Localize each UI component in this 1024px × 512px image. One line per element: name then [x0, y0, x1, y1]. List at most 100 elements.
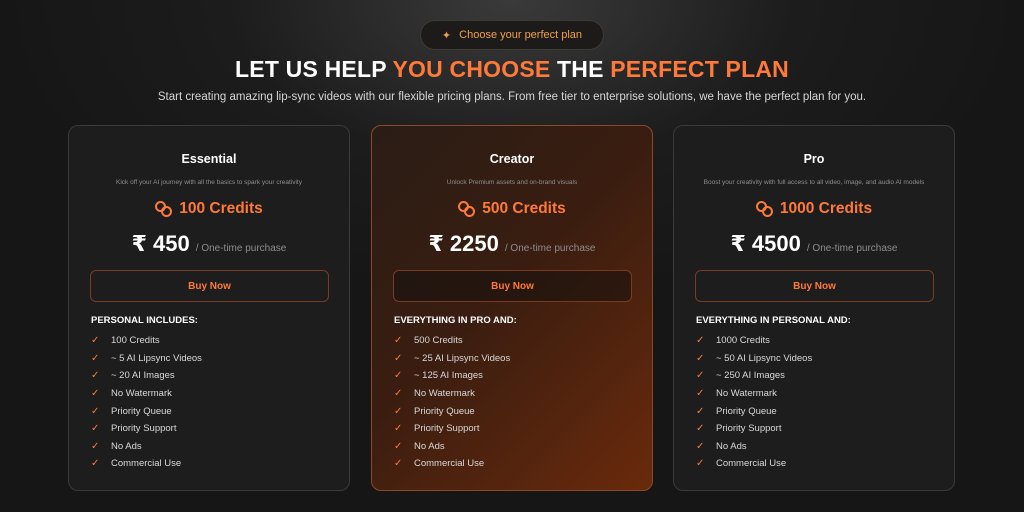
price-note: / One-time purchase	[195, 243, 287, 254]
headline-accent-1: YOU CHOOSE	[392, 56, 551, 82]
feature-label: 1000 Credits	[716, 335, 770, 347]
feature-label: No Ads	[716, 440, 747, 452]
check-icon: ✓	[91, 440, 100, 452]
check-icon: ✓	[394, 388, 403, 400]
coins-icon	[458, 201, 476, 217]
check-icon: ✓	[394, 458, 403, 470]
check-icon: ✓	[91, 458, 100, 470]
plan-name: Creator	[489, 152, 535, 166]
price-amount: ₹ 450	[131, 231, 190, 256]
feature-label: Priority Queue	[111, 405, 172, 417]
feature-item: ✓ Commercial Use	[696, 455, 812, 473]
feature-label: ~ 5 AI Lipsync Videos	[111, 352, 202, 364]
feature-item: ✓ No Ads	[394, 438, 510, 456]
feature-label: ~ 25 AI Lipsync Videos	[414, 352, 511, 364]
feature-item: ✓ Priority Support	[696, 420, 812, 438]
price-amount: ₹ 4500	[730, 231, 801, 256]
buy-now-button-creator[interactable]: Buy Now	[393, 270, 632, 302]
feature-item: ✓ Priority Queue	[696, 402, 812, 420]
feature-item: ✓ No Ads	[696, 438, 812, 456]
plan-name: Pro	[803, 152, 825, 166]
plan-credits: 1000 Credits	[674, 200, 954, 218]
check-icon: ✓	[91, 352, 100, 364]
coins-icon	[155, 201, 173, 217]
page-subheadline: Start creating amazing lip-sync videos w…	[157, 91, 867, 103]
feature-label: Priority Support	[111, 423, 177, 435]
plan-price: ₹ 450 / One-time purchase	[69, 231, 349, 257]
check-icon: ✓	[394, 423, 403, 435]
feature-list: ✓ 500 Credits ✓ ~ 25 AI Lipsync Videos ✓ ~ …	[394, 332, 510, 473]
plan-card-pro: Pro Boost your creativity with full acce…	[673, 125, 955, 491]
feature-list: ✓ 1000 Credits ✓ ~ 50 AI Lipsync Videos ✓ ~…	[696, 332, 812, 473]
feature-item: ✓ ~ 5 AI Lipsync Videos	[91, 350, 202, 368]
plan-name: Essential	[181, 152, 237, 166]
check-icon: ✓	[394, 370, 403, 382]
page-headline: LET US HELP YOU CHOOSE THE PERFECT PLAN	[0, 56, 1024, 83]
check-icon: ✓	[394, 335, 403, 347]
feature-item: ✓ Priority Support	[394, 420, 510, 438]
check-icon: ✓	[91, 370, 100, 382]
headline-part-2: THE	[550, 56, 611, 82]
feature-label: Priority Support	[414, 423, 480, 435]
feature-item: ✓ ~ 250 AI Images	[696, 367, 812, 385]
feature-item: ✓ Priority Support	[91, 420, 202, 438]
buy-now-button-pro[interactable]: Buy Now	[695, 270, 934, 302]
plan-credits: 500 Credits	[372, 200, 652, 218]
includes-title: EVERYTHING IN PERSONAL AND:	[696, 315, 851, 326]
price-amount: ₹ 2250	[428, 231, 499, 256]
feature-item: ✓ No Watermark	[696, 385, 812, 403]
check-icon: ✓	[91, 405, 100, 417]
feature-label: ~ 50 AI Lipsync Videos	[716, 352, 813, 364]
price-note: / One-time purchase	[806, 243, 898, 254]
feature-list: ✓ 100 Credits ✓ ~ 5 AI Lipsync Videos ✓ ~ 2…	[91, 332, 202, 473]
feature-label: ~ 20 AI Images	[111, 370, 175, 382]
check-icon: ✓	[696, 370, 705, 382]
feature-label: ~ 250 AI Images	[716, 370, 785, 382]
plan-card-creator: Creator Unlock Premium assets and on-bra…	[371, 125, 653, 491]
check-icon: ✓	[696, 440, 705, 452]
plan-price: ₹ 2250 / One-time purchase	[372, 231, 652, 257]
plan-badge-label: Choose your perfect plan	[459, 29, 583, 41]
check-icon: ✓	[91, 335, 100, 347]
feature-label: No Watermark	[716, 388, 777, 400]
buy-now-button-essential[interactable]: Buy Now	[90, 270, 329, 302]
check-icon: ✓	[394, 440, 403, 452]
check-icon: ✓	[696, 423, 705, 435]
feature-item: ✓ No Watermark	[91, 385, 202, 403]
feature-item: ✓ Commercial Use	[394, 455, 510, 473]
feature-label: Priority Queue	[414, 405, 475, 417]
feature-label: No Watermark	[111, 388, 172, 400]
feature-label: Priority Support	[716, 423, 782, 435]
headline-part-1: LET US HELP	[235, 56, 393, 82]
includes-title: EVERYTHING IN PRO AND:	[394, 315, 517, 326]
check-icon: ✓	[394, 352, 403, 364]
check-icon: ✓	[394, 405, 403, 417]
feature-label: Commercial Use	[716, 458, 787, 470]
plan-credits-label: 100 Credits	[179, 200, 263, 217]
plan-credits-label: 1000 Credits	[779, 200, 873, 217]
plan-card-essential: Essential Kick off your AI journey with …	[68, 125, 350, 491]
plan-description: Boost your creativity with full access t…	[703, 179, 925, 186]
plan-credits: 100 Credits	[69, 200, 349, 218]
check-icon: ✓	[696, 335, 705, 347]
headline-accent-2: PERFECT PLAN	[610, 56, 789, 82]
feature-label: 500 Credits	[414, 335, 463, 347]
feature-item: ✓ ~ 20 AI Images	[91, 367, 202, 385]
feature-label: No Ads	[111, 440, 142, 452]
check-icon: ✓	[696, 352, 705, 364]
feature-item: ✓ Priority Queue	[91, 402, 202, 420]
check-icon: ✓	[696, 388, 705, 400]
plan-badge: ✦ Choose your perfect plan	[420, 20, 604, 50]
plan-description: Unlock Premium assets and on-brand visua…	[446, 179, 578, 186]
feature-item: ✓ No Watermark	[394, 385, 510, 403]
check-icon: ✓	[696, 405, 705, 417]
coins-icon	[755, 201, 774, 217]
feature-item: ✓ ~ 25 AI Lipsync Videos	[394, 350, 510, 368]
feature-label: Commercial Use	[414, 458, 485, 470]
check-icon: ✓	[91, 423, 100, 435]
feature-item: ✓ 500 Credits	[394, 332, 510, 350]
feature-item: ✓ ~ 125 AI Images	[394, 367, 510, 385]
includes-title: PERSONAL INCLUDES:	[91, 315, 198, 326]
price-note: / One-time purchase	[504, 243, 596, 254]
plan-credits-label: 500 Credits	[482, 200, 566, 217]
